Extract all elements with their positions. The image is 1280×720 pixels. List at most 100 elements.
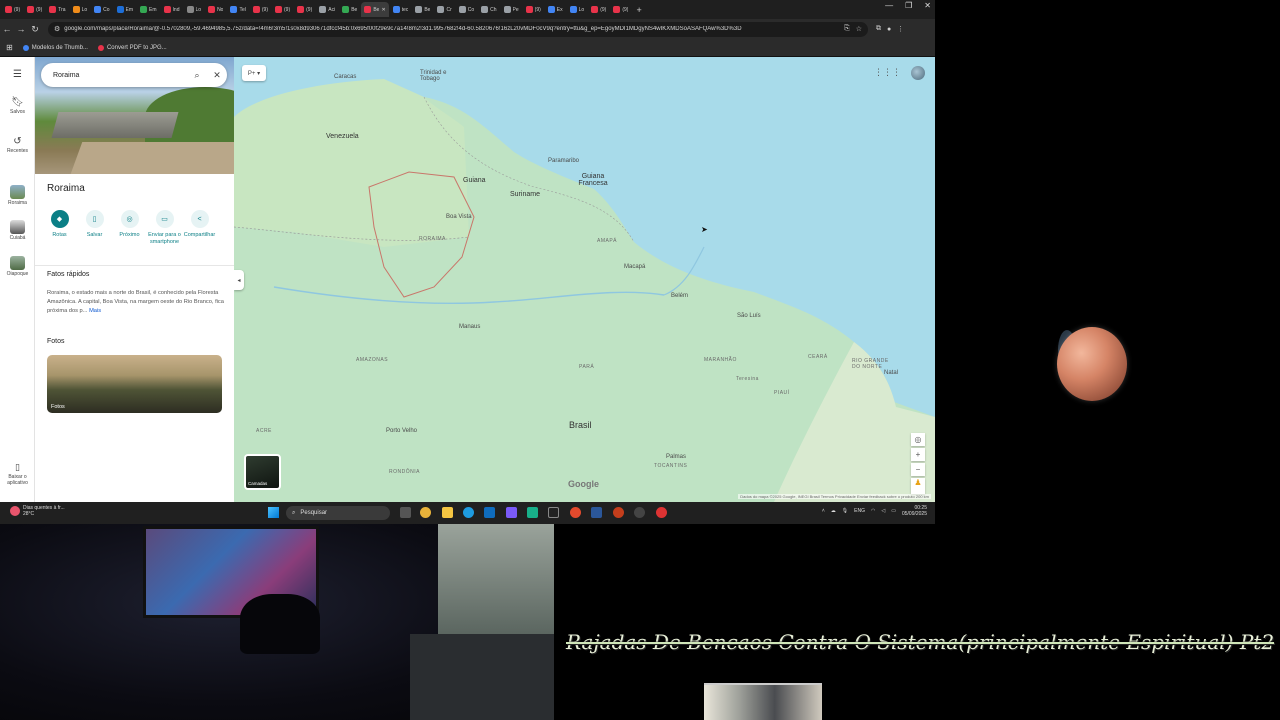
search-icon[interactable]: ⌕: [187, 70, 207, 81]
map-canvas[interactable]: Caracas Trinidad e Tobago Venezuela Para…: [234, 57, 935, 502]
rail-cuiaba[interactable]: Cuiabá: [0, 220, 35, 241]
browser-tab[interactable]: Co: [91, 2, 112, 17]
site-info-icon[interactable]: ⚙: [54, 25, 60, 33]
menu-button[interactable]: ☰: [0, 69, 35, 80]
browser-tab[interactable]: Ind: [161, 2, 183, 17]
browser-tab[interactable]: Ch: [478, 2, 499, 17]
rail-download-app[interactable]: ▯ Baixar o aplicativo: [0, 462, 35, 486]
browser-tab[interactable]: Be: [339, 2, 360, 17]
minimize-icon[interactable]: —: [885, 1, 893, 10]
install-icon[interactable]: ⎘: [844, 25, 850, 33]
browser-tab[interactable]: Em: [137, 2, 160, 17]
browser-tab[interactable]: Pe: [501, 2, 522, 17]
my-location-icon[interactable]: ◎: [911, 433, 925, 446]
word-icon[interactable]: [591, 507, 602, 518]
browser-tab[interactable]: Lo: [70, 2, 91, 17]
battery-icon[interactable]: ▭: [891, 508, 896, 514]
browser-tab[interactable]: Be ✕: [361, 2, 389, 17]
obs-icon[interactable]: [634, 507, 645, 518]
browser-tab[interactable]: Em: [114, 2, 137, 17]
profile-icon[interactable]: ●: [887, 26, 891, 33]
store-icon[interactable]: [484, 507, 495, 518]
back-icon[interactable]: ←: [0, 24, 14, 34]
windows-start-icon[interactable]: [268, 507, 279, 518]
taskbar-search[interactable]: ⌕ Pesquisar: [286, 506, 390, 520]
browser-tab[interactable]: Ex: [545, 2, 566, 17]
browser-tab[interactable]: (9): [610, 2, 631, 17]
powerpoint-icon[interactable]: [613, 507, 624, 518]
mic-icon[interactable]: 🎙︎: [842, 508, 848, 514]
browser-tab[interactable]: (9): [250, 2, 271, 17]
file-explorer-icon[interactable]: [442, 507, 453, 518]
browser-tab[interactable]: (9): [2, 2, 23, 17]
collapse-panel-button[interactable]: ◂: [234, 270, 244, 290]
bookmark-star-icon[interactable]: ☆: [856, 25, 862, 33]
browser-tab[interactable]: (9): [272, 2, 293, 17]
clock[interactable]: 00:25 05/09/2025: [902, 505, 927, 517]
app-icon[interactable]: [548, 507, 559, 518]
edge-icon[interactable]: [463, 507, 474, 518]
nearby-button[interactable]: ◎ Próximo: [112, 210, 147, 245]
browser-tab[interactable]: Co: [456, 2, 477, 17]
new-tab-button[interactable]: +: [636, 5, 641, 15]
browser-tab[interactable]: (9): [24, 2, 45, 17]
browser-tab[interactable]: tec: [390, 2, 412, 17]
menu-icon[interactable]: ⋮: [897, 25, 904, 33]
zoom-in-button[interactable]: +: [911, 448, 925, 461]
browser-tab[interactable]: (9): [523, 2, 544, 17]
browser-tab[interactable]: Aci: [316, 2, 338, 17]
quick-facts-heading: Fatos rápidos: [47, 271, 90, 278]
browser-tab[interactable]: Be: [412, 2, 433, 17]
layers-button[interactable]: Camadas: [244, 454, 281, 490]
close-icon[interactable]: ✕: [207, 70, 227, 81]
chevron-up-icon[interactable]: ˄: [822, 508, 825, 514]
send-to-phone-button[interactable]: ▭ Enviar para o smartphone: [147, 210, 182, 245]
reload-icon[interactable]: ↻: [28, 24, 42, 35]
photo-thumbnail[interactable]: Fotos: [47, 355, 222, 413]
app-icon[interactable]: [656, 507, 667, 518]
tab-close-icon[interactable]: ✕: [381, 7, 385, 13]
maximize-icon[interactable]: ❐: [905, 1, 912, 10]
volume-icon[interactable]: ◁: [881, 508, 885, 514]
cloud-icon[interactable]: ☁: [831, 508, 836, 514]
forward-icon[interactable]: →: [14, 24, 28, 34]
browser-tab[interactable]: (9): [588, 2, 609, 17]
more-link[interactable]: Mais: [89, 308, 101, 314]
browser-tab[interactable]: Tra: [46, 2, 68, 17]
poi-filter-button[interactable]: P+ ▾: [242, 65, 266, 81]
app-icon[interactable]: [570, 507, 581, 518]
search-input[interactable]: Roraima ⌕ ✕: [41, 63, 227, 87]
bookmark-item-thumb[interactable]: Modelos de Thumb...: [22, 44, 88, 51]
rail-saved[interactable]: 🔖︎ Salvos: [0, 97, 35, 115]
apps-icon[interactable]: ⊞: [6, 43, 13, 52]
bookmark-item-pdf[interactable]: Convert PDF to JPG...: [97, 44, 167, 51]
directions-button[interactable]: ◆ Rotas: [42, 210, 77, 245]
browser-tab[interactable]: Cr: [434, 2, 454, 17]
browser-tab[interactable]: Lo: [184, 2, 205, 17]
wifi-icon[interactable]: ◠: [871, 508, 875, 514]
chrome-icon[interactable]: [420, 507, 431, 518]
zoom-out-button[interactable]: −: [911, 463, 925, 476]
app-icon[interactable]: [506, 507, 517, 518]
browser-tab[interactable]: No: [205, 2, 226, 17]
close-window-icon[interactable]: ✕: [924, 1, 931, 10]
rail-roraima[interactable]: Roraima: [0, 185, 35, 206]
tab-label: (9): [306, 6, 313, 13]
browser-tab[interactable]: Lo: [567, 2, 588, 17]
url-field[interactable]: ⚙ google.com/maps/place/Roraima/@-0.5702…: [48, 21, 868, 37]
save-button[interactable]: ▯ Salvar: [77, 210, 112, 245]
rail-recent[interactable]: ↺ Recentes: [0, 136, 35, 154]
task-view-icon[interactable]: [400, 507, 411, 518]
map-attribution[interactable]: Dados do mapa ©2025 Google, INEGI Brasil…: [738, 494, 931, 499]
app-icon[interactable]: [527, 507, 538, 518]
browser-tab[interactable]: Tel: [227, 2, 248, 17]
language-indicator[interactable]: ENG: [854, 508, 865, 514]
rail-oiapoque[interactable]: Oiapoque: [0, 256, 35, 277]
browser-tab[interactable]: (9): [294, 2, 315, 17]
share-button[interactable]: < Compartilhar: [182, 210, 217, 245]
extensions-icon[interactable]: ⧉: [876, 25, 881, 33]
avatar[interactable]: [911, 66, 925, 80]
weather-widget[interactable]: Dias quentes à fr... 28°C: [10, 505, 65, 517]
apps-grid-icon[interactable]: ⋮⋮⋮: [874, 67, 901, 78]
pegman-icon[interactable]: ♟: [911, 478, 925, 494]
